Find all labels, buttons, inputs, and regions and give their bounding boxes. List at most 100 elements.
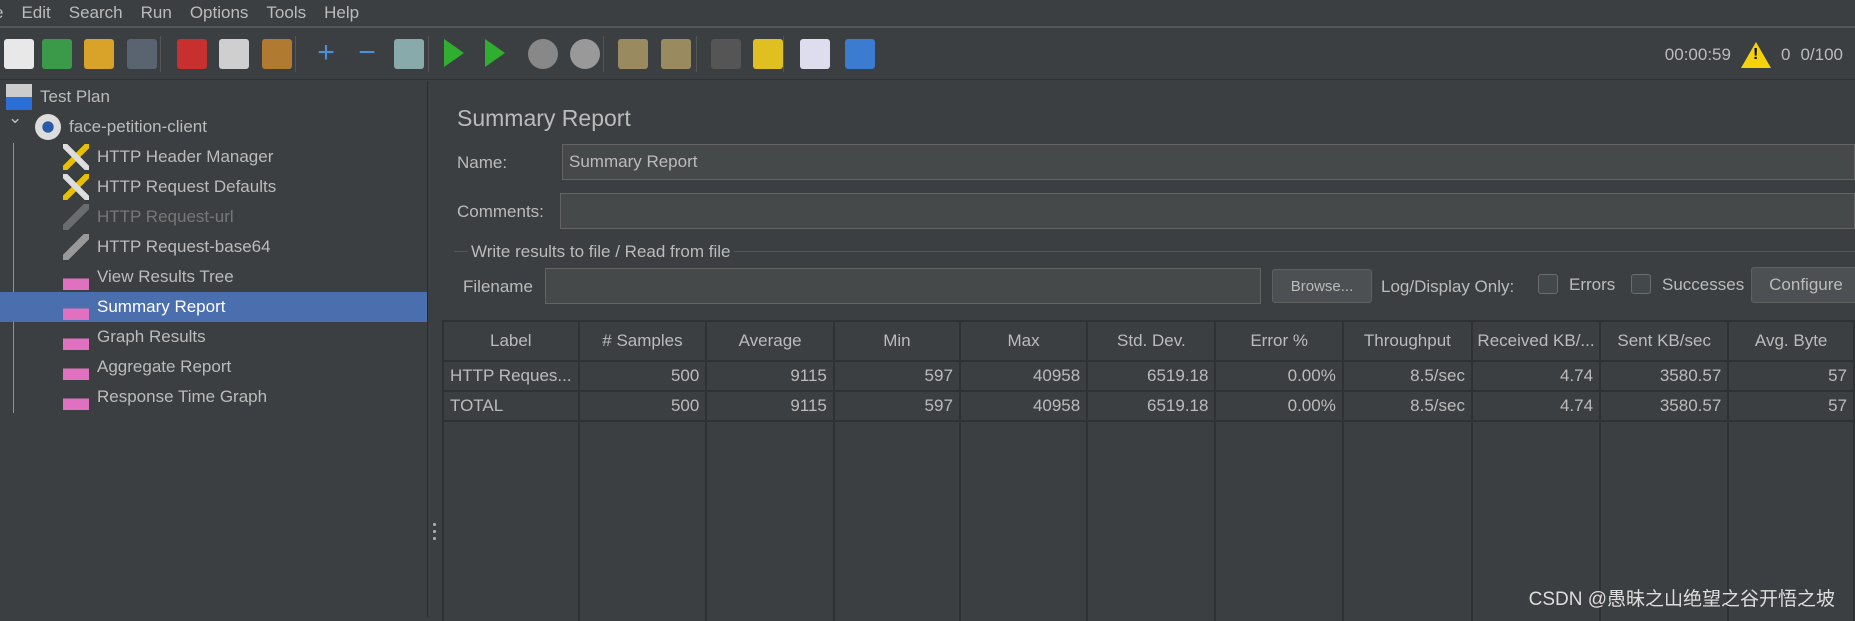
column-header[interactable]: Average [705, 320, 835, 362]
tree-item-view-results-tree[interactable]: View Results Tree [0, 262, 427, 292]
successes-label: Successes [1662, 275, 1745, 294]
tree-item-label: View Results Tree [97, 267, 234, 286]
active-threads: 0/100 [1800, 45, 1843, 64]
successes-checkbox[interactable] [1631, 274, 1651, 294]
test-plan-tree: Test Plan ⌄ face-petition-client HTTP Heade… [0, 81, 428, 617]
tree-item-summary-report[interactable]: Summary Report [0, 292, 427, 322]
column-header[interactable]: Throughput [1341, 320, 1473, 362]
tree-item-label: face-petition-client [69, 117, 207, 136]
listener-icon [63, 264, 89, 290]
tree-item-label: HTTP Header Manager [97, 147, 274, 166]
collapse-icon[interactable]: − [352, 38, 382, 69]
column-header[interactable]: Max [958, 320, 1089, 362]
tree-item-label: Response Time Graph [97, 387, 268, 406]
toolbar-separator [603, 36, 604, 72]
shutdown-icon[interactable] [570, 39, 600, 69]
start-icon[interactable] [444, 39, 464, 67]
reset-search-icon[interactable] [753, 39, 783, 69]
toolbar-separator [428, 36, 429, 72]
configure-button[interactable]: Configure [1751, 267, 1855, 303]
toolbar-separator [696, 36, 697, 72]
tree-item-face-petition-client[interactable]: ⌄ face-petition-client [0, 108, 427, 142]
column-header[interactable]: Label [442, 320, 580, 362]
empty-cell [958, 421, 1089, 621]
menu-run[interactable]: Run [141, 3, 172, 23]
table-cell: 9115 [705, 390, 835, 422]
table-cell: 0.00% [1214, 360, 1344, 392]
column-header[interactable]: Min [832, 320, 961, 362]
column-header[interactable]: Std. Dev. [1086, 320, 1217, 362]
empty-cell [832, 421, 961, 621]
tree-item-label: HTTP Request Defaults [97, 177, 277, 196]
filename-input[interactable] [545, 268, 1261, 304]
column-header[interactable]: Error % [1214, 320, 1344, 362]
status-area: 00:00:59 0 0/100 [1665, 42, 1855, 68]
search-icon[interactable] [711, 39, 741, 69]
tree-item-graph-results[interactable]: Graph Results [0, 322, 427, 352]
tree-item-aggregate-report[interactable]: Aggregate Report [0, 352, 427, 382]
table-row[interactable]: TOTAL 500 9115 597 40958 6519.18 0.00% 8.5/sec 4… [442, 390, 1855, 422]
table-cell: 8.5/sec [1341, 390, 1473, 422]
tree-item-http-request-url[interactable]: HTTP Request-url [0, 202, 427, 232]
copy-icon[interactable] [219, 39, 249, 69]
chevron-down-icon[interactable]: ⌄ [8, 108, 22, 128]
menu-help[interactable]: Help [324, 3, 359, 23]
table-row[interactable]: HTTP Reques... 500 9115 597 40958 6519.18 0.00… [442, 360, 1855, 392]
table-cell: 0.00% [1214, 390, 1344, 422]
column-header[interactable]: Sent KB/sec [1599, 320, 1730, 362]
menu-options[interactable]: Options [190, 3, 249, 23]
tree-item-test-plan[interactable]: Test Plan [0, 82, 427, 112]
browse-button[interactable]: Browse... [1272, 269, 1372, 303]
save-icon[interactable] [127, 39, 157, 69]
table-cell: 4.74 [1470, 360, 1602, 392]
tools-icon [63, 144, 89, 170]
table-cell: 6519.18 [1086, 390, 1217, 422]
clear-all-icon[interactable] [661, 39, 691, 69]
tree-item-response-time-graph[interactable]: Response Time Graph [0, 382, 427, 412]
errors-checkbox[interactable] [1538, 274, 1558, 294]
empty-cell [442, 421, 580, 621]
tree-item-http-request-base64[interactable]: HTTP Request-base64 [0, 232, 427, 262]
stop-icon[interactable] [528, 39, 558, 69]
warning-icon[interactable] [1740, 42, 1771, 68]
tree-item-label: Test Plan [40, 87, 110, 106]
comments-input[interactable] [560, 193, 1855, 229]
new-icon[interactable] [4, 39, 34, 69]
menu-tools[interactable]: Tools [266, 3, 306, 23]
table-cell: 500 [577, 390, 708, 422]
menu-e[interactable]: e [0, 3, 3, 23]
warning-count: 0 [1780, 45, 1791, 64]
listener-icon [63, 294, 89, 320]
tree-item-http-request-defaults[interactable]: HTTP Request Defaults [0, 172, 427, 202]
listener-icon [63, 354, 89, 380]
table-header: Label # Samples Average Min Max Std. Dev. Erro… [442, 320, 1855, 362]
column-header[interactable]: Received KB/... [1470, 320, 1602, 362]
menu-search[interactable]: Search [69, 3, 123, 23]
name-input[interactable]: Summary Report [562, 144, 1855, 180]
filename-label: Filename [463, 277, 533, 296]
templates-icon[interactable] [42, 39, 72, 69]
table-cell: 57 [1727, 390, 1855, 422]
open-icon[interactable] [84, 39, 114, 69]
menu-edit[interactable]: Edit [21, 3, 50, 23]
toggle-icon[interactable] [394, 39, 424, 69]
errors-label: Errors [1569, 275, 1616, 294]
expand-icon[interactable]: + [311, 38, 341, 69]
table-cell: 40958 [958, 360, 1089, 392]
listener-icon [63, 384, 89, 410]
paste-icon[interactable] [262, 39, 292, 69]
help-icon[interactable] [845, 39, 875, 69]
column-header[interactable]: # Samples [577, 320, 708, 362]
splitter-handle[interactable] [428, 81, 442, 617]
column-header[interactable]: Avg. Byte [1727, 320, 1855, 362]
flask-icon [6, 84, 32, 110]
cut-icon[interactable] [177, 39, 207, 69]
tree-item-label: Graph Results [97, 327, 206, 346]
tree-item-http-header-manager[interactable]: HTTP Header Manager [0, 142, 427, 172]
start-no-pause-icon[interactable] [485, 39, 505, 67]
clear-icon[interactable] [618, 39, 648, 69]
tree-item-label: HTTP Request-url [97, 207, 234, 226]
pipette-icon [63, 204, 89, 230]
function-helper-icon[interactable] [800, 39, 830, 69]
toolbar: 00:00:59 0 0/100 +− [0, 28, 1855, 80]
